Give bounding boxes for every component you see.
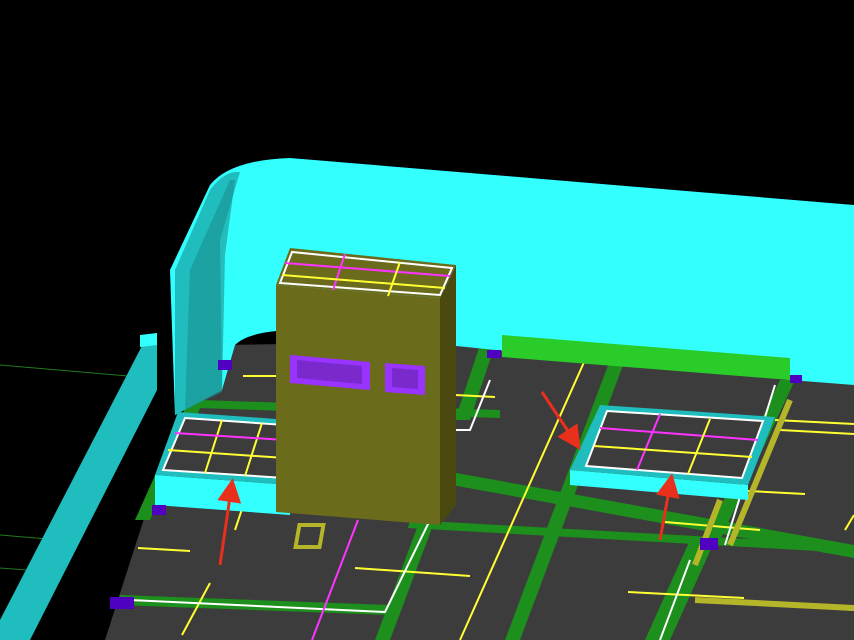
slab-opening-right[interactable] — [570, 405, 775, 500]
wall-left-top — [140, 333, 157, 347]
scene-svg[interactable] — [0, 0, 854, 640]
model-viewport[interactable] — [0, 0, 854, 640]
slab-opening-left[interactable] — [155, 412, 290, 515]
